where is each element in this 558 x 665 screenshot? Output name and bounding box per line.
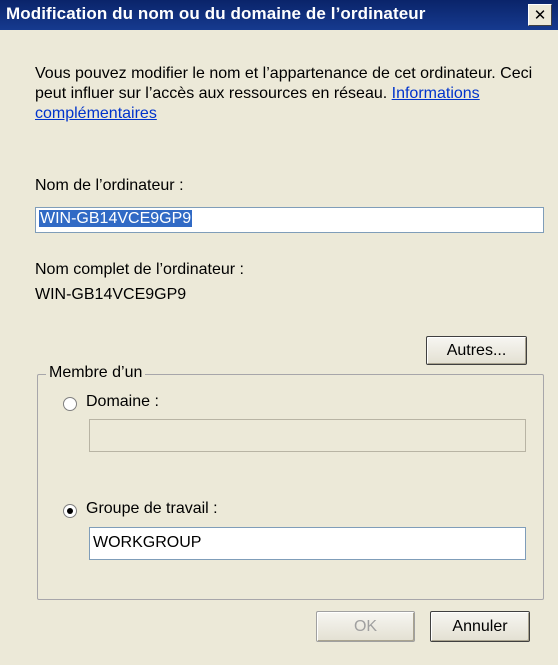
workgroup-value: WORKGROUP	[93, 534, 202, 551]
dialog-body: Vous pouvez modifier le nom et l’apparte…	[0, 30, 558, 665]
domain-radio[interactable]	[63, 397, 77, 411]
domain-input	[89, 419, 526, 452]
workgroup-radio[interactable]	[63, 504, 77, 518]
member-of-legend: Membre d’un	[46, 364, 146, 382]
more-button[interactable]: Autres...	[426, 336, 527, 365]
close-icon: ✕	[533, 7, 547, 24]
radio-selected-dot	[67, 508, 73, 514]
computer-name-label: Nom de l’ordinateur :	[35, 177, 184, 194]
computer-name-input[interactable]: WIN-GB14VCE9GP9	[35, 207, 544, 233]
computer-name-value: WIN-GB14VCE9GP9	[39, 210, 193, 227]
ok-button: OK	[316, 611, 415, 642]
title-bar[interactable]: Modification du nom ou du domaine de l’o…	[0, 0, 558, 30]
domain-label: Domaine :	[86, 393, 159, 410]
full-name-label: Nom complet de l’ordinateur :	[35, 261, 244, 278]
workgroup-label: Groupe de travail :	[86, 500, 218, 517]
description: Vous pouvez modifier le nom et l’apparte…	[35, 64, 535, 124]
window-title: Modification du nom ou du domaine de l’o…	[6, 4, 426, 23]
full-name-value: WIN-GB14VCE9GP9	[35, 286, 187, 303]
workgroup-input[interactable]: WORKGROUP	[89, 527, 526, 560]
close-button[interactable]: ✕	[528, 4, 552, 26]
cancel-button[interactable]: Annuler	[430, 611, 530, 642]
